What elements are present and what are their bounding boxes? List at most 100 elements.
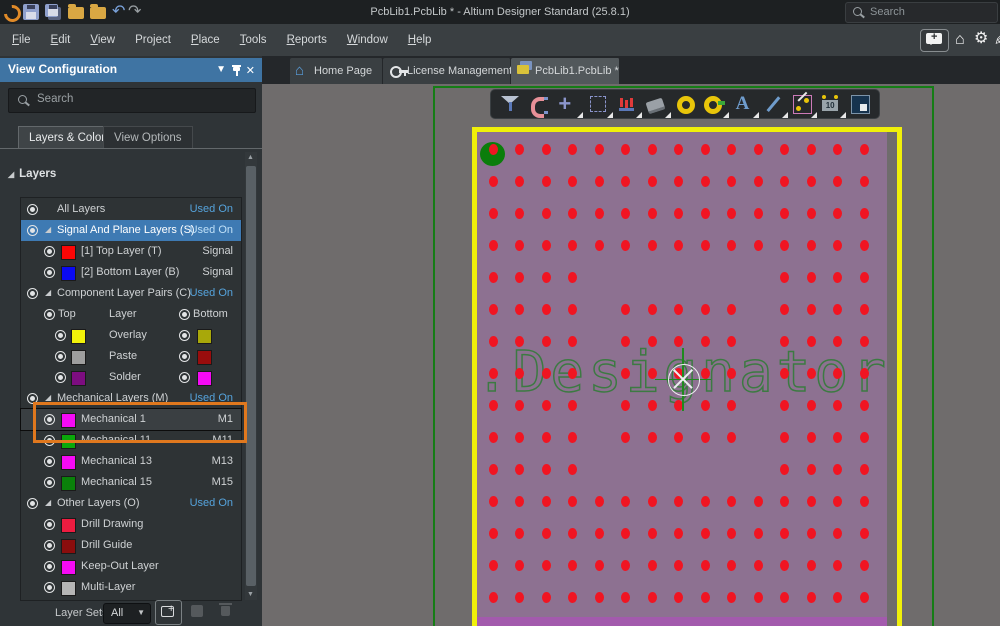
color-swatch[interactable] (61, 245, 76, 260)
pcb-editor-canvas[interactable]: .Designator +A10 (262, 84, 1000, 626)
menu-view[interactable]: View (80, 24, 125, 56)
pad[interactable] (860, 144, 869, 155)
color-swatch[interactable] (61, 455, 76, 470)
pad[interactable] (833, 176, 842, 187)
origin-marker[interactable] (668, 364, 700, 396)
pad[interactable] (621, 240, 630, 251)
pad[interactable] (648, 432, 657, 443)
select-area-icon[interactable] (586, 92, 610, 116)
pad[interactable] (542, 368, 551, 379)
pad[interactable] (727, 368, 736, 379)
visibility-eye-icon[interactable] (44, 267, 55, 278)
pad[interactable] (674, 304, 683, 315)
pad[interactable] (542, 464, 551, 475)
pad[interactable] (515, 528, 524, 539)
pad[interactable] (568, 560, 577, 571)
pad[interactable] (833, 240, 842, 251)
pad[interactable] (648, 368, 657, 379)
pad[interactable] (515, 208, 524, 219)
pad[interactable] (595, 176, 604, 187)
open-project-icon[interactable] (90, 7, 106, 19)
visibility-eye-icon[interactable] (44, 309, 55, 320)
pad[interactable] (860, 464, 869, 475)
pad[interactable] (701, 592, 710, 603)
pad[interactable] (727, 208, 736, 219)
pin-icon[interactable] (233, 67, 240, 71)
pad[interactable] (754, 496, 763, 507)
pad[interactable] (807, 432, 816, 443)
pad[interactable] (568, 336, 577, 347)
pad[interactable] (595, 560, 604, 571)
pad[interactable] (701, 368, 710, 379)
pad[interactable] (780, 560, 789, 571)
visibility-eye-icon[interactable] (44, 456, 55, 467)
dropdown-arrow-icon[interactable]: ▼ (216, 64, 226, 75)
measure-distance-icon[interactable] (790, 92, 814, 116)
pad[interactable] (860, 560, 869, 571)
pad[interactable] (489, 464, 498, 475)
pad[interactable] (515, 336, 524, 347)
pad[interactable] (568, 464, 577, 475)
layer-row-drill-guide[interactable]: Drill Guide (21, 535, 241, 556)
layer-row-signal-and-plane-layers-s[interactable]: ◢Signal And Plane Layers (S)Used On (21, 220, 241, 241)
pad[interactable] (595, 496, 604, 507)
pad[interactable] (807, 496, 816, 507)
pad[interactable] (515, 144, 524, 155)
pad[interactable] (833, 464, 842, 475)
pad[interactable] (807, 304, 816, 315)
save-icon[interactable] (23, 4, 39, 20)
scroll-down-icon[interactable]: ▼ (247, 591, 254, 598)
pad[interactable] (542, 240, 551, 251)
pad[interactable] (648, 336, 657, 347)
pad[interactable] (674, 176, 683, 187)
panel-search-input[interactable]: Search (8, 88, 256, 113)
pad[interactable] (621, 560, 630, 571)
pad[interactable] (701, 560, 710, 571)
layer-row-other-layers-o[interactable]: ◢Other Layers (O)Used On (21, 493, 241, 514)
layer-row-2-bottom-layer-b[interactable]: [2] Bottom Layer (B)Signal (21, 262, 241, 283)
pad[interactable] (833, 336, 842, 347)
pad[interactable] (780, 176, 789, 187)
pad[interactable] (568, 496, 577, 507)
pad[interactable] (621, 176, 630, 187)
pad[interactable] (489, 400, 498, 411)
pad[interactable] (674, 432, 683, 443)
pad[interactable] (568, 240, 577, 251)
pad[interactable] (648, 176, 657, 187)
menu-help[interactable]: Help (398, 24, 442, 56)
tab-view-options[interactable]: View Options (103, 126, 193, 149)
pad[interactable] (621, 432, 630, 443)
pad[interactable] (595, 240, 604, 251)
pad[interactable] (542, 560, 551, 571)
color-swatch[interactable] (197, 350, 212, 365)
component-icon[interactable] (644, 92, 668, 116)
pad[interactable] (754, 176, 763, 187)
pad[interactable] (568, 432, 577, 443)
menu-place[interactable]: Place (181, 24, 230, 56)
pad[interactable] (780, 592, 789, 603)
pad[interactable] (648, 528, 657, 539)
pad[interactable] (860, 400, 869, 411)
pad-icon[interactable] (673, 92, 697, 116)
pad[interactable] (833, 496, 842, 507)
pad[interactable] (595, 528, 604, 539)
pad[interactable] (621, 400, 630, 411)
pad[interactable] (754, 208, 763, 219)
pad[interactable] (780, 304, 789, 315)
menu-edit[interactable]: Edit (41, 24, 81, 56)
pen-slash-icon[interactable]: ✎ (991, 32, 1000, 45)
menu-project[interactable]: Project (125, 24, 181, 56)
pad[interactable] (489, 528, 498, 539)
save-layer-set-button[interactable] (185, 600, 210, 623)
visibility-eye-icon[interactable] (44, 582, 55, 593)
visibility-eye-icon[interactable] (27, 498, 38, 509)
pad[interactable] (701, 144, 710, 155)
pad[interactable] (833, 272, 842, 283)
pad[interactable] (648, 208, 657, 219)
pad[interactable] (489, 272, 498, 283)
pad[interactable] (621, 144, 630, 155)
pad[interactable] (807, 272, 816, 283)
pad[interactable] (754, 144, 763, 155)
pad[interactable] (701, 336, 710, 347)
pad[interactable] (860, 208, 869, 219)
